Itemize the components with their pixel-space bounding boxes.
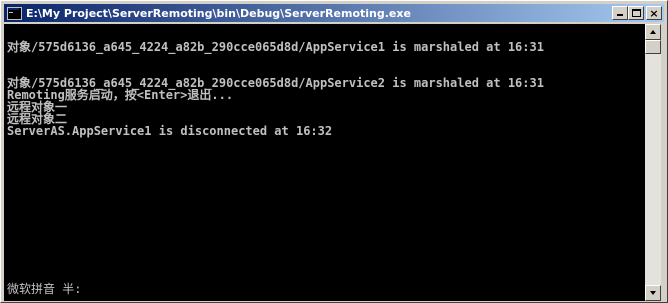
console-line: ServerAS.AppService1 is disconnected at … <box>7 124 333 138</box>
minimize-button[interactable] <box>612 6 628 20</box>
close-button[interactable]: × <box>646 6 662 20</box>
maximize-button[interactable] <box>628 6 644 20</box>
console-line: Remoting服务启动，按<Enter>退出... <box>7 88 234 102</box>
console-output[interactable]: 对象/575d6136_a645_4224_a82b_290cce065d8d/… <box>4 24 645 301</box>
arrow-down-icon <box>650 291 656 295</box>
console-line: 对象/575d6136_a645_4224_a82b_290cce065d8d/… <box>7 40 544 54</box>
minimize-icon <box>617 14 623 16</box>
ime-status-bar: 微软拼音 半: <box>7 282 82 296</box>
arrow-up-icon <box>650 30 656 34</box>
vertical-scrollbar[interactable] <box>645 24 661 301</box>
maximize-icon <box>632 9 641 17</box>
window-controls: × <box>612 6 662 20</box>
title-bar[interactable]: E:\My Project\ServerRemoting\bin\Debug\S… <box>4 4 664 22</box>
console-window: E:\My Project\ServerRemoting\bin\Debug\S… <box>0 0 668 303</box>
console-line: 远程对象一 <box>7 100 68 114</box>
console-lines: 对象/575d6136_a645_4224_a82b_290cce065d8d/… <box>7 41 544 137</box>
window-title: E:\My Project\ServerRemoting\bin\Debug\S… <box>26 6 411 20</box>
console-window-icon[interactable] <box>6 6 22 20</box>
scroll-thumb[interactable] <box>645 40 661 54</box>
scroll-down-button[interactable] <box>645 285 661 301</box>
close-icon: × <box>649 6 659 20</box>
scroll-up-button[interactable] <box>645 24 661 40</box>
